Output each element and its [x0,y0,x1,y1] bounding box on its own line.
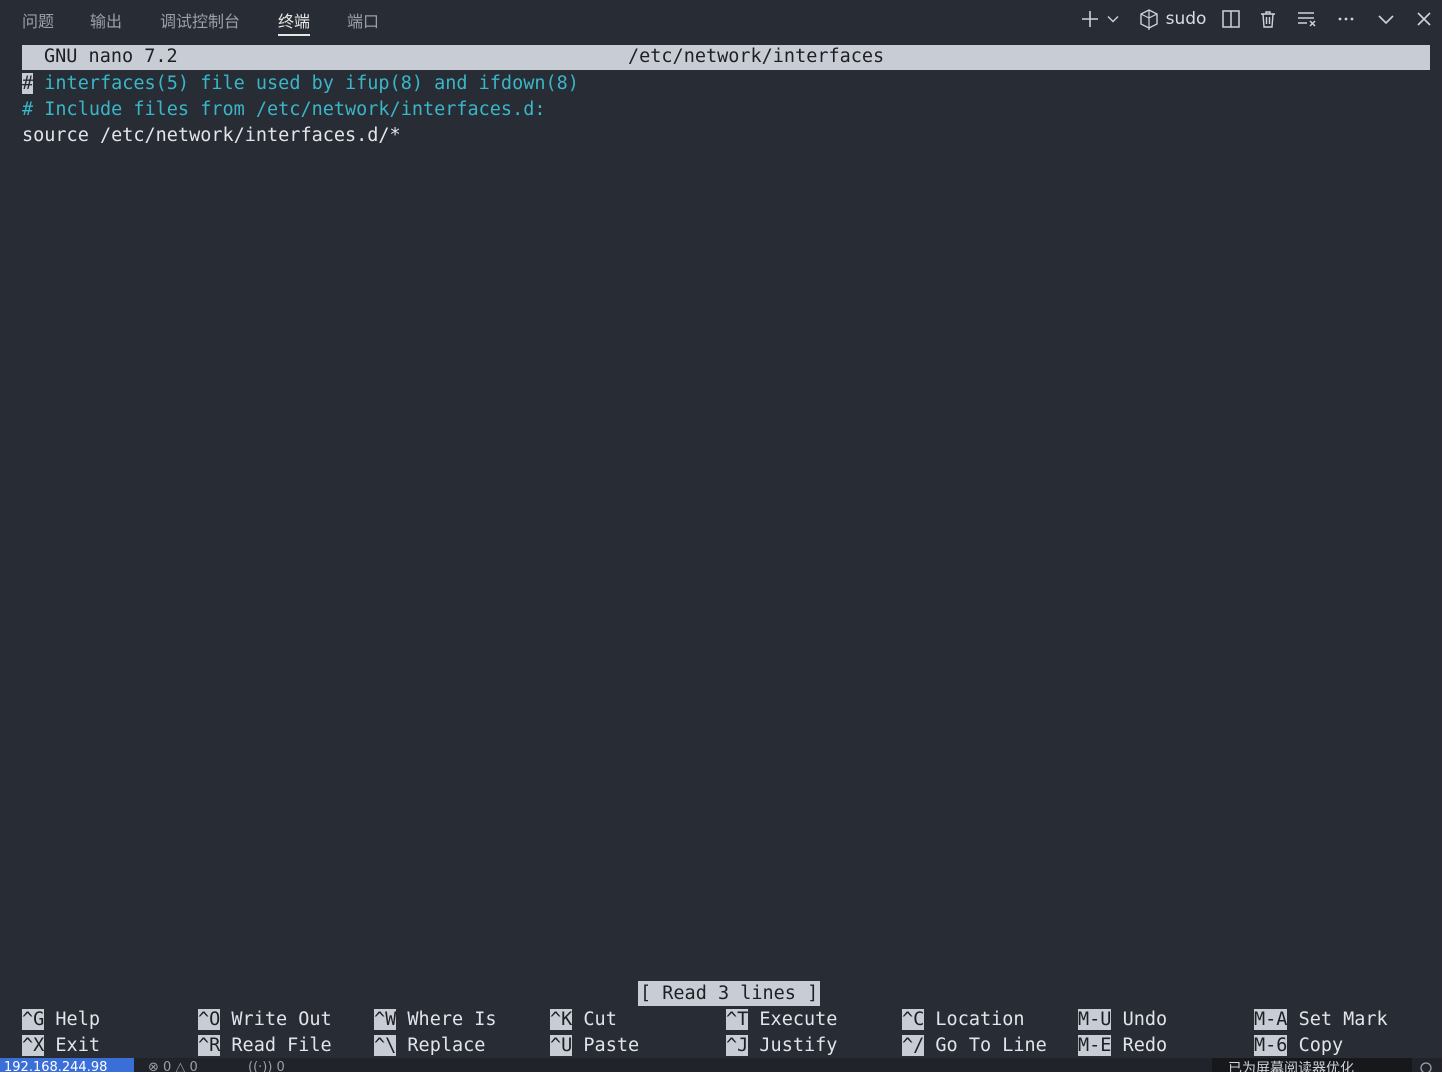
shortcut-set-mark: M-A Set Mark [1254,1009,1388,1030]
terminal-shell-icon[interactable] [1136,6,1162,32]
shortcut-help: ^G Help [22,1009,100,1030]
screen-reader-status[interactable]: 已为屏幕阅读器优化 [1212,1058,1412,1072]
chevron-down-icon[interactable] [1105,6,1121,32]
nano-title-bar: GNU nano 7.2 /etc/network/interfaces [22,45,1430,70]
shortcut-undo: M-U Undo [1078,1009,1168,1030]
text-cursor: # [22,73,34,94]
chevron-down-icon[interactable] [1374,6,1398,32]
shortcut-execute: ^T Execute [726,1009,838,1030]
notification-icon[interactable] [1418,1058,1434,1072]
shortcut-paste: ^U Paste [550,1035,640,1056]
status-bar: 192.168.244.98 ⊗ 0 △ 0 ((·)) 0 已为屏幕阅读器优化 [0,1058,1442,1072]
tab-terminal[interactable]: 终端 [278,8,311,36]
shortcut-read-file: ^R Read File [198,1035,332,1056]
panel-header: 问题 输出 调试控制台 终端 端口 sudo [0,0,1442,38]
clear-icon[interactable] [1294,6,1320,32]
problems-count[interactable]: ⊗ 0 △ 0 [148,1058,198,1072]
shortcut-cut: ^K Cut [550,1009,617,1030]
comment-text: interfaces(5) file used by ifup(8) and i… [33,73,579,94]
trash-icon[interactable] [1256,6,1280,32]
shortcut-copy: M-6 Copy [1254,1035,1344,1056]
shortcut-go-to-line: ^/ Go To Line [902,1035,1047,1056]
shortcut-justify: ^J Justify [726,1035,838,1056]
close-icon[interactable] [1412,6,1436,32]
shortcut-write-out: ^O Write Out [198,1009,332,1030]
tab-ports[interactable]: 端口 [347,8,379,32]
nano-version: GNU nano 7.2 [44,46,178,67]
terminal-name[interactable]: sudo [1166,6,1207,32]
tab-output[interactable]: 输出 [90,8,122,32]
shortcut-exit: ^X Exit [22,1035,100,1056]
plus-icon[interactable] [1078,6,1102,32]
shortcut-redo: M-E Redo [1078,1035,1168,1056]
tab-problems[interactable]: 问题 [22,8,54,32]
split-icon[interactable] [1219,6,1243,32]
shortcut-replace: ^\ Replace [374,1035,486,1056]
shortcut-where-is: ^W Where Is [374,1009,497,1030]
tab-debug-console[interactable]: 调试控制台 [160,8,240,32]
more-icon[interactable] [1334,6,1358,32]
nano-filename: /etc/network/interfaces [628,46,885,67]
editor-line[interactable]: source /etc/network/interfaces.d/* [22,123,401,149]
nano-status-message: [ Read 3 lines ] [638,981,821,1006]
editor-line[interactable]: # Include files from /etc/network/interf… [22,97,545,123]
editor-line[interactable]: # interfaces(5) file used by ifup(8) and… [22,71,579,97]
remote-indicator[interactable]: 192.168.244.98 [0,1058,134,1072]
ports-count[interactable]: ((·)) 0 [248,1058,285,1072]
shortcut-location: ^C Location [902,1009,1025,1030]
